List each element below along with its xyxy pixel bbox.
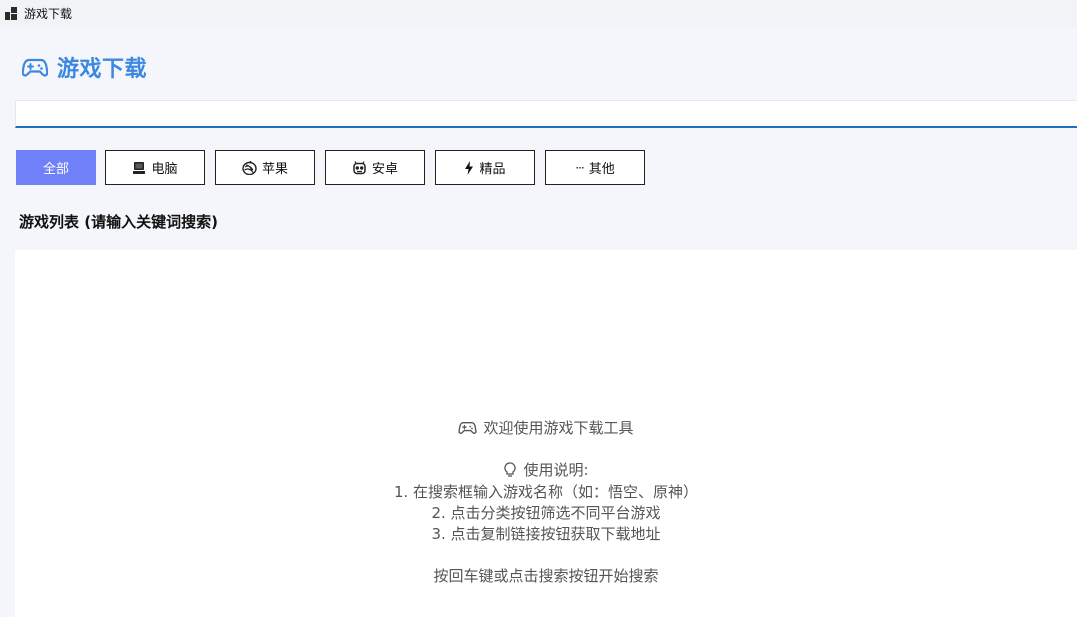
title-bar: 游戏下载 [0,0,1077,27]
lightbulb-icon [503,461,517,478]
filter-button-premium[interactable]: 精品 [435,150,535,185]
search-box[interactable] [15,100,1077,128]
computer-icon [132,161,146,175]
instruction-item: 3. 点击复制链接按钮获取下载地址 [431,525,661,543]
instruction-item: 1. 在搜索框输入游戏名称（如：悟空、原神） [393,483,699,501]
app-icon [5,7,18,20]
filter-label: 电脑 [151,162,178,177]
android-robot-icon [352,160,367,175]
instructions-heading: 使用说明: [15,459,1077,480]
filter-button-other[interactable]: ··· 其他 [545,150,645,185]
apple-icon [242,160,257,175]
window-title: 游戏下载 [24,7,73,21]
game-list-panel: 欢迎使用游戏下载工具 使用说明: 1. 在搜索框输入游戏名称（如：悟空、原神） … [15,250,1077,617]
filter-label: 全部 [42,162,69,177]
filter-button-apple[interactable]: 苹果 [215,150,315,185]
filter-label: 其他 [588,162,615,177]
welcome-line: 欢迎使用游戏下载工具 [15,417,1077,438]
list-title: 游戏列表 (请输入关键词搜索) [19,213,218,231]
gamepad-icon [22,56,48,78]
page-header: 游戏下载 [22,52,147,82]
instruction-item: 2. 点击分类按钮筛选不同平台游戏 [431,504,661,522]
filter-label: 精品 [479,162,506,177]
welcome-text: 欢迎使用游戏下载工具 [483,419,634,437]
search-hint: 按回车键或点击搜索按钮开始搜索 [433,567,659,585]
page-title: 游戏下载 [57,57,148,82]
gamepad-icon [458,420,478,435]
search-input[interactable] [16,101,1077,126]
filter-button-all[interactable]: 全部 [16,150,96,185]
filter-label: 苹果 [261,162,288,177]
lightning-icon [464,160,474,175]
ellipsis-icon: ··· [575,160,585,175]
filter-button-android[interactable]: 安卓 [325,150,425,185]
filter-button-computer[interactable]: 电脑 [105,150,205,185]
filter-label: 安卓 [371,162,398,177]
instructions-title: 使用说明: [523,461,589,479]
